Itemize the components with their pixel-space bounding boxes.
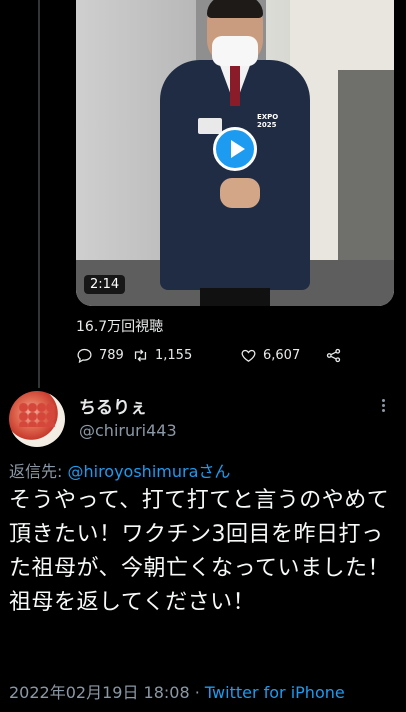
user-handle[interactable]: @chiruri443: [79, 421, 177, 440]
share-button[interactable]: [325, 347, 342, 364]
like-count: 6,607: [263, 347, 301, 363]
person-hair: [207, 0, 263, 18]
video-duration: 2:14: [84, 275, 126, 294]
reply-count: 789: [99, 347, 124, 363]
tweet-meta: 2022年02月19日 18:08 · Twitter for iPhone: [9, 679, 345, 703]
retweet-button[interactable]: 1,155: [132, 347, 192, 364]
avatar[interactable]: [9, 391, 65, 447]
reply-icon: [77, 348, 92, 363]
timestamp[interactable]: 2022年02月19日 18:08: [9, 683, 190, 702]
retweet-count: 1,155: [155, 347, 193, 363]
reply-prefix: 返信先:: [9, 462, 68, 481]
video-player[interactable]: EXPO 2025 2:14: [76, 0, 394, 306]
reply-button[interactable]: 789: [76, 347, 128, 364]
coat-badge: [198, 118, 222, 134]
share-icon: [326, 348, 341, 362]
person-mask: [212, 36, 258, 66]
expo-logo-text: EXPO 2025: [257, 113, 279, 129]
like-button[interactable]: 6,607: [240, 347, 300, 364]
view-count: 16.7万回視聴: [76, 319, 164, 335]
client-link[interactable]: Twitter for iPhone: [205, 683, 345, 702]
tweet-text: そうやって、打て打てと言うのやめて頂きたい！ワクチン3回目を昨日打った祖母が、今…: [9, 488, 390, 615]
mention-link[interactable]: @hiroyoshimura: [67, 462, 198, 481]
replying-to: 返信先: @hiroyoshimuraさん: [9, 458, 230, 482]
person-hands: [220, 178, 260, 208]
thread-connector-line: [38, 0, 40, 388]
more-vertical-icon[interactable]: [382, 397, 386, 415]
meta-separator: ·: [189, 683, 205, 702]
mention-suffix: さん: [198, 462, 231, 481]
person-tie: [230, 66, 240, 106]
retweet-icon: [134, 348, 147, 362]
heart-icon: [241, 349, 256, 362]
display-name[interactable]: ちるりぇ: [79, 393, 147, 418]
play-icon[interactable]: [213, 127, 257, 171]
person-legs: [200, 288, 270, 306]
tweet-actions: 789 1,155 6,607: [76, 344, 341, 366]
